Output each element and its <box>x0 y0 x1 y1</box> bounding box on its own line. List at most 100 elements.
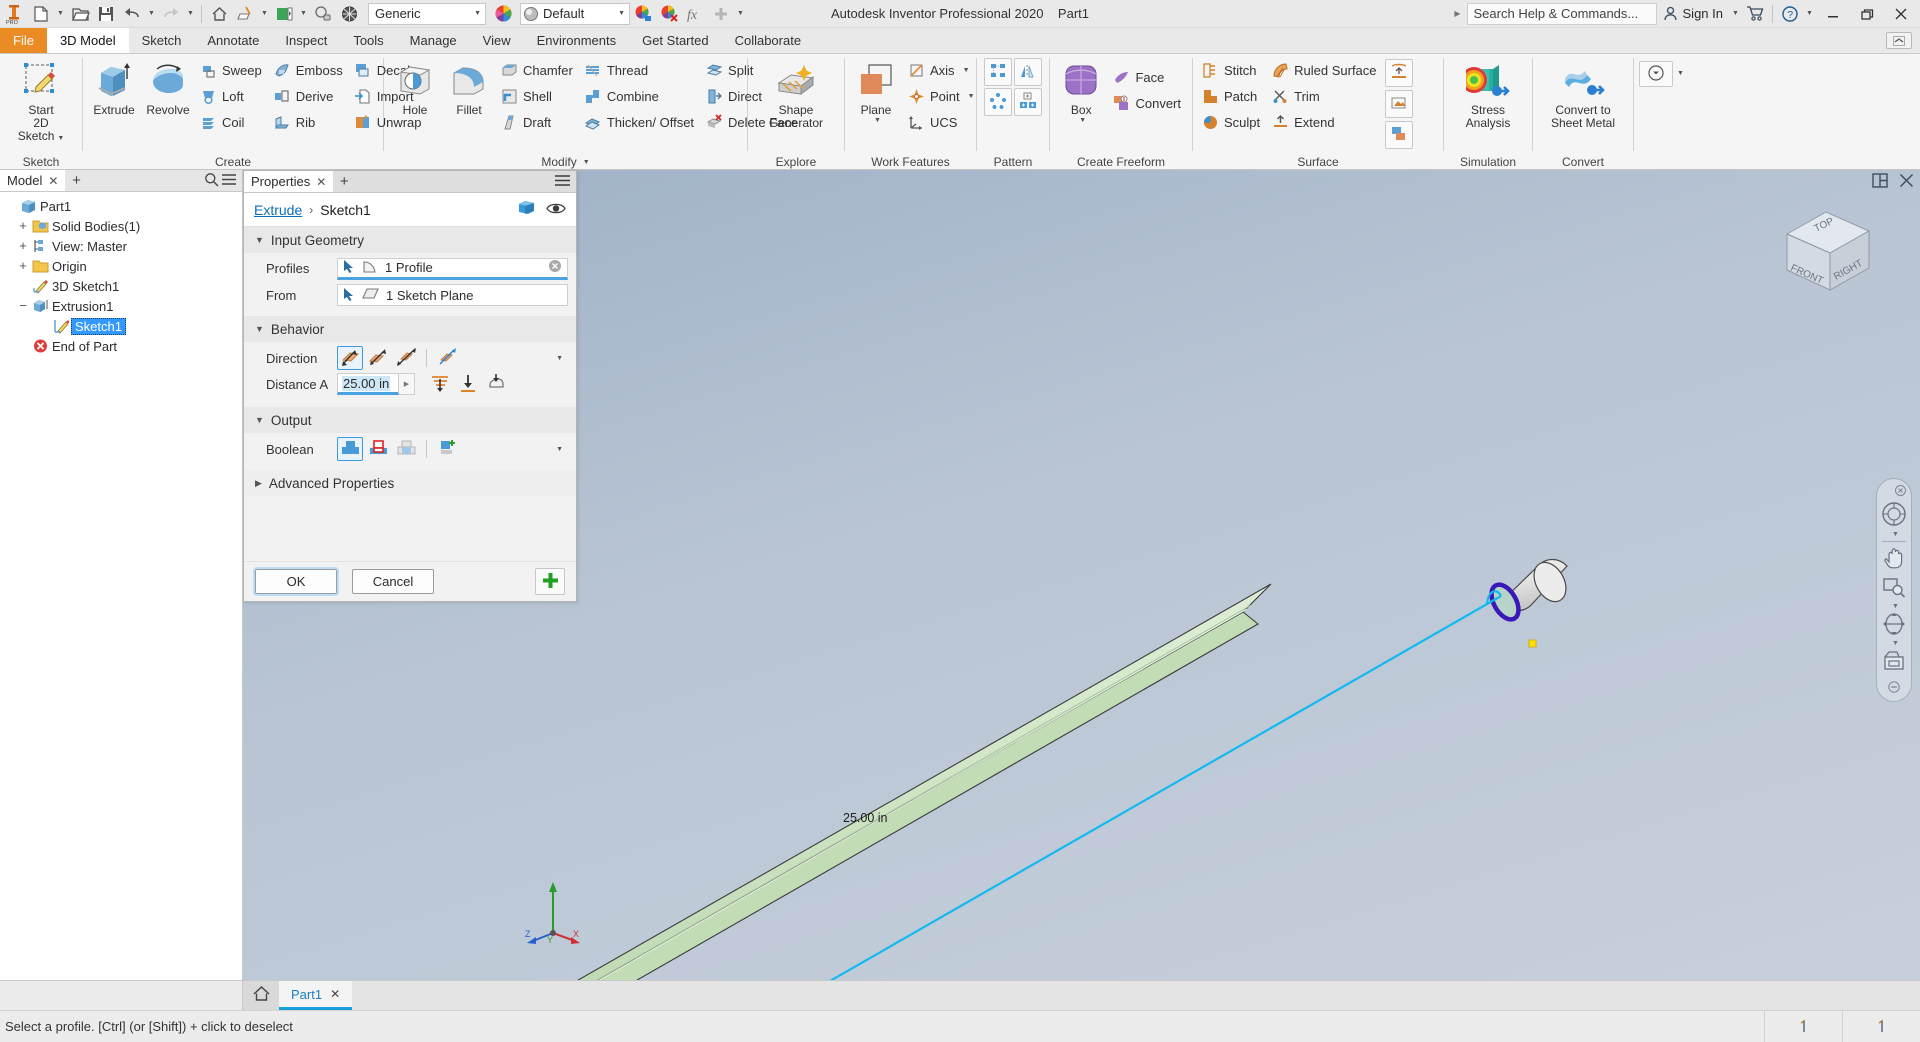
return-dropdown-icon[interactable]: ▼ <box>258 1 271 27</box>
return-button[interactable] <box>232 1 258 27</box>
ribbon-tab-collaborate[interactable]: Collaborate <box>722 28 815 53</box>
add-browser-tab-button[interactable]: + <box>65 170 87 191</box>
color-wheel-icon[interactable] <box>490 1 516 27</box>
ok-button[interactable]: OK <box>253 567 339 596</box>
rectangular-pattern-button[interactable] <box>984 58 1012 86</box>
tree-expander[interactable]: + <box>16 259 30 272</box>
close-icon[interactable]: ✕ <box>330 987 340 1001</box>
minimize-ribbon-button[interactable] <box>1886 32 1912 49</box>
freeform-convert-button[interactable]: Convert <box>1108 91 1188 116</box>
ribbon-tab-file[interactable]: File <box>0 28 47 53</box>
apply-add-button[interactable] <box>535 568 565 595</box>
browser-tab-model[interactable]: Model ✕ <box>0 170 66 191</box>
revolve-button[interactable]: Revolve <box>141 57 195 120</box>
properties-menu-icon[interactable] <box>554 173 571 191</box>
ribbon-group-label-modify[interactable]: Modify ▼ <box>384 154 747 170</box>
stitch-button[interactable]: Stitch <box>1197 58 1267 83</box>
redo-button[interactable] <box>158 1 184 27</box>
direction-dropdown-icon[interactable]: ▼ <box>556 355 563 362</box>
new-file-button[interactable] <box>28 1 54 27</box>
ribbon-tab-sketch[interactable]: Sketch <box>129 28 195 53</box>
undo-button[interactable] <box>119 1 145 27</box>
boolean-intersect-button[interactable] <box>393 437 419 461</box>
ribbon-tab-tools[interactable]: Tools <box>340 28 396 53</box>
undo-dropdown-icon[interactable]: ▼ <box>145 1 158 27</box>
sign-in-dropdown-icon[interactable]: ▼ <box>1729 1 1742 27</box>
modify-dropdown-icon[interactable]: ▼ <box>583 159 590 166</box>
ribbon-tab-annotate[interactable]: Annotate <box>194 28 272 53</box>
distance-measure-button[interactable] <box>427 372 453 396</box>
update-button[interactable] <box>271 1 297 27</box>
from-select-field[interactable]: 1 Sketch Plane <box>337 284 568 306</box>
rib-button[interactable]: Rib <box>269 110 350 135</box>
shell-button[interactable]: Shell <box>496 84 580 109</box>
chamfer-button[interactable]: Chamfer <box>496 58 580 83</box>
add-qat-icon[interactable] <box>708 1 734 27</box>
convert-sheet-metal-button[interactable]: Convert to Sheet Metal <box>1545 57 1621 133</box>
home-view-button[interactable] <box>206 1 232 27</box>
surface-extend-button[interactable] <box>1384 59 1413 87</box>
tree-expander[interactable]: − <box>16 299 30 312</box>
point-button[interactable]: Point ▼ <box>903 84 982 109</box>
mirror-button[interactable] <box>1014 58 1042 86</box>
convert-more-button[interactable] <box>1639 61 1673 87</box>
help-icon[interactable]: ? <box>1777 1 1803 27</box>
section-header-behavior[interactable]: ▼ Behavior <box>244 316 576 342</box>
search-expand-icon[interactable]: ▶ <box>1454 9 1460 18</box>
tree-item-view-master[interactable]: + View: Master <box>4 236 242 256</box>
material-select-button[interactable] <box>310 1 336 27</box>
adjust-appearance-icon[interactable] <box>630 1 656 27</box>
clear-selection-icon[interactable] <box>548 259 562 276</box>
section-header-output[interactable]: ▼ Output <box>244 407 576 433</box>
visibility-eye-icon[interactable] <box>546 201 566 219</box>
extend-button[interactable]: Extend <box>1267 110 1383 135</box>
ribbon-tab-get-started[interactable]: Get Started <box>629 28 721 53</box>
section-header-input-geometry[interactable]: ▼ Input Geometry <box>244 227 576 253</box>
ruled-surface-button[interactable]: Ruled Surface <box>1267 58 1383 83</box>
ribbon-tab-manage[interactable]: Manage <box>397 28 470 53</box>
start-2d-sketch-button[interactable]: Start 2D Sketch ▼ <box>4 57 78 148</box>
dimension-label[interactable]: 25.00 in <box>843 811 887 825</box>
profiles-select-field[interactable]: 1 Profile <box>337 257 568 280</box>
document-tab-part1[interactable]: Part1 ✕ <box>279 981 353 1010</box>
to-next-button[interactable] <box>455 372 481 396</box>
overflow-dropdown-icon[interactable]: ▼ <box>1677 70 1684 77</box>
new-file-dropdown-icon[interactable]: ▼ <box>54 1 67 27</box>
replace-face-button[interactable] <box>1384 90 1413 118</box>
tree-item-extrusion1[interactable]: − Extrusion1 <box>4 296 242 316</box>
close-icon[interactable]: ✕ <box>316 175 326 189</box>
axis-dropdown-icon[interactable]: ▼ <box>963 67 970 74</box>
ucs-button[interactable]: UCS <box>903 110 982 135</box>
distance-a-input[interactable]: 25.00 in <box>337 373 399 395</box>
to-object-button[interactable] <box>483 372 509 396</box>
boolean-join-button[interactable] <box>337 437 363 461</box>
axis-button[interactable]: Axis ▼ <box>903 58 982 83</box>
ribbon-tab-inspect[interactable]: Inspect <box>272 28 340 53</box>
plane-button[interactable]: Plane ▼ <box>849 57 903 127</box>
shape-generator-button[interactable]: Shape Generator <box>763 57 829 133</box>
breadcrumb-extrude-link[interactable]: Extrude <box>254 202 302 218</box>
thicken-offset-button[interactable]: Thicken/ Offset <box>580 110 701 135</box>
hole-button[interactable]: Hole <box>388 57 442 120</box>
update-dropdown-icon[interactable]: ▼ <box>297 1 310 27</box>
plane-dropdown-icon[interactable]: ▼ <box>874 117 881 124</box>
material-combo[interactable]: Generic ▼ <box>368 2 486 25</box>
sweep-button[interactable]: Sweep <box>195 58 269 83</box>
home-tab-button[interactable] <box>243 981 279 1010</box>
direction-default-button[interactable] <box>337 346 363 370</box>
freeform-face-button[interactable]: Face <box>1108 65 1188 90</box>
viewport-close-icon[interactable] <box>1899 173 1914 192</box>
close-button[interactable] <box>1884 0 1918 28</box>
maximize-restore-button[interactable] <box>1850 0 1884 28</box>
trim-button[interactable]: Trim <box>1267 84 1383 109</box>
shopping-cart-icon[interactable] <box>1742 1 1768 27</box>
coil-button[interactable]: Coil <box>195 110 269 135</box>
save-button[interactable] <box>93 1 119 27</box>
sculpt-button[interactable]: Sculpt <box>1197 110 1267 135</box>
extrude-button[interactable]: Extrude <box>87 57 141 120</box>
point-dropdown-icon[interactable]: ▼ <box>968 93 975 100</box>
thread-button[interactable]: Thread <box>580 58 701 83</box>
tree-item-sketch1[interactable]: Sketch1 <box>4 316 242 336</box>
ribbon-tab-environments[interactable]: Environments <box>524 28 629 53</box>
derive-button[interactable]: Derive <box>269 84 350 109</box>
